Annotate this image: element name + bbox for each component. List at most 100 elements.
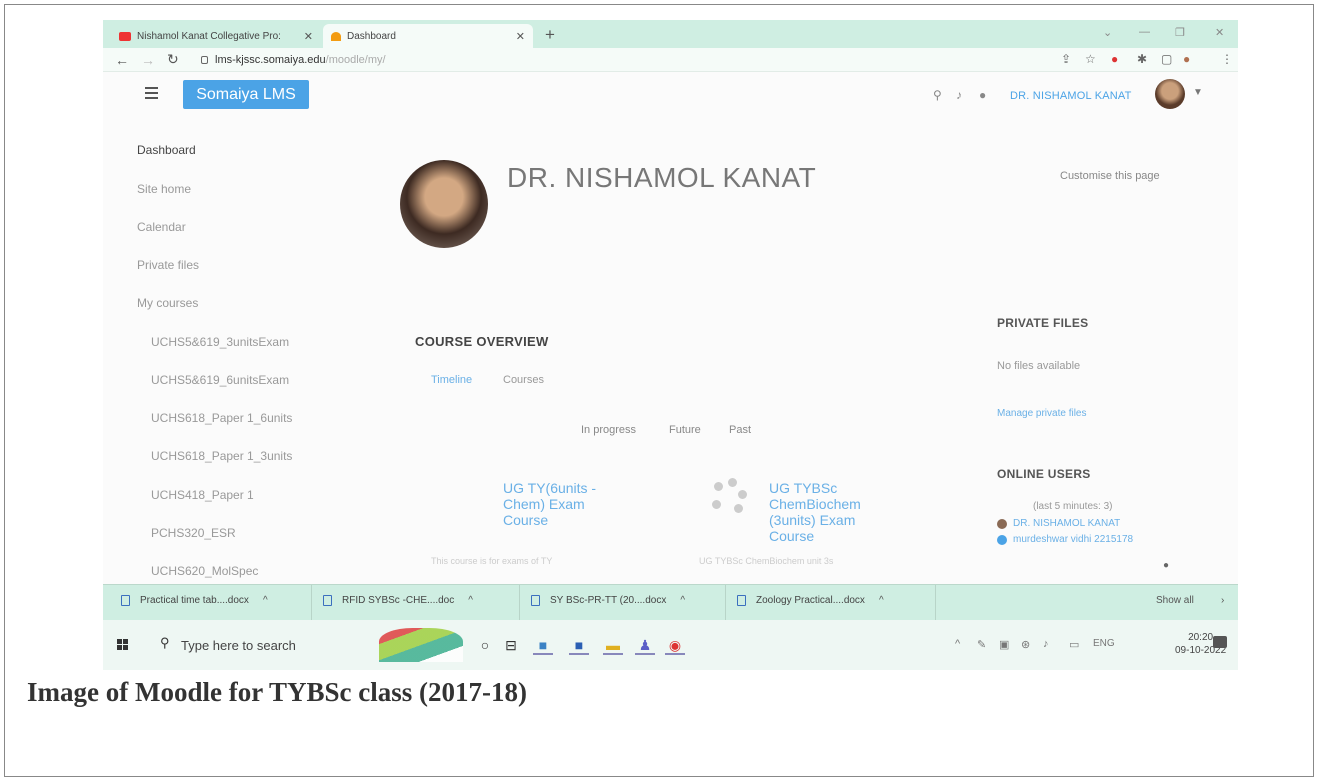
- store-icon[interactable]: ■: [533, 635, 553, 655]
- reload-icon[interactable]: ↻: [167, 51, 179, 68]
- caret-down-icon[interactable]: ▼: [1193, 87, 1203, 98]
- close-tab-icon[interactable]: ✕: [516, 30, 525, 43]
- teams-icon[interactable]: ♟: [635, 635, 655, 655]
- close-window-icon[interactable]: ✕: [1215, 26, 1224, 39]
- bell-icon[interactable]: ♪: [956, 88, 962, 102]
- chevron-up-icon[interactable]: ^: [955, 638, 960, 650]
- nav-item-my-courses[interactable]: My courses: [137, 296, 198, 310]
- network-icon[interactable]: ⊛: [1021, 638, 1030, 651]
- chat-icon[interactable]: ●: [979, 88, 986, 102]
- nav-item-course[interactable]: UCHS5&619_6unitsExam: [151, 373, 289, 387]
- hamburger-menu-icon[interactable]: [145, 87, 158, 102]
- user-avatar[interactable]: [1155, 79, 1185, 109]
- nav-item-dashboard[interactable]: Dashboard: [137, 143, 196, 157]
- course-title-line: Course: [503, 512, 549, 528]
- cortana-icon[interactable]: ○: [475, 635, 495, 655]
- file-explorer-icon[interactable]: ▬: [603, 635, 623, 655]
- user-menu-name[interactable]: DR. NISHAMOL KANAT: [1010, 90, 1132, 102]
- new-tab-icon[interactable]: +: [545, 25, 555, 45]
- download-item[interactable]: RFID SYBSc -CHE....doc ^: [323, 595, 473, 606]
- nav-item-course[interactable]: PCHS320_ESR: [151, 526, 236, 540]
- course-card-title[interactable]: UG TYBSc ChemBiochem (3units) Exam Cours…: [769, 480, 861, 544]
- share-icon[interactable]: ⇪: [1061, 52, 1071, 66]
- task-view-icon[interactable]: ⊟: [501, 635, 521, 655]
- profile-picture: [400, 160, 488, 248]
- nav-item-course[interactable]: UCHS620_MolSpec: [151, 564, 258, 578]
- notification-icon[interactable]: [1213, 636, 1227, 648]
- private-files-empty: No files available: [997, 360, 1081, 372]
- chevron-down-icon[interactable]: ⌄: [1103, 26, 1112, 39]
- nav-item-site-home[interactable]: Site home: [137, 182, 191, 196]
- tab-title: Dashboard: [347, 30, 396, 42]
- chevron-up-icon[interactable]: ^: [263, 595, 268, 606]
- search-icon[interactable]: ⚲: [160, 635, 170, 651]
- language-indicator[interactable]: ENG: [1093, 638, 1115, 649]
- nav-item-course[interactable]: UCHS618_Paper 1_6units: [151, 411, 292, 425]
- pen-icon[interactable]: ✎: [977, 638, 986, 651]
- customise-page-button[interactable]: Customise this page: [1060, 170, 1160, 182]
- browser-tab-1[interactable]: Nishamol Kanat Collegative Pro: ✕: [111, 24, 321, 48]
- course-title-line: Course: [769, 528, 815, 544]
- word-icon[interactable]: ■: [569, 635, 589, 655]
- download-item[interactable]: Zoology Practical....docx ^: [737, 595, 884, 606]
- message-icon[interactable]: ●: [1163, 560, 1169, 571]
- lock-icon: [201, 56, 208, 64]
- download-item[interactable]: Practical time tab....docx ^: [121, 595, 268, 606]
- puzzle-icon[interactable]: ✱: [1137, 52, 1147, 66]
- forward-icon[interactable]: →: [141, 52, 155, 68]
- extension-icon[interactable]: ●: [1111, 52, 1118, 66]
- site-brand-button[interactable]: Somaiya LMS: [183, 80, 309, 109]
- back-icon[interactable]: ←: [115, 52, 129, 68]
- online-user[interactable]: murdeshwar vidhi 2215178: [997, 534, 1133, 545]
- course-summary: This course is for exams of TY: [431, 556, 553, 566]
- nav-item-course[interactable]: UCHS5&619_3unitsExam: [151, 335, 289, 349]
- volume-icon[interactable]: ♪: [1043, 638, 1049, 650]
- moodle-header: Somaiya LMS ⚲ ♪ ● DR. NISHAMOL KANAT ▼: [103, 73, 1238, 121]
- bookmark-star-icon[interactable]: ☆: [1085, 52, 1096, 66]
- course-card-title[interactable]: UG TY(6units - Chem) Exam Course: [503, 480, 596, 528]
- restore-icon[interactable]: ❐: [1175, 26, 1185, 39]
- tab-timeline[interactable]: Timeline: [431, 374, 472, 386]
- filter-past[interactable]: Past: [729, 424, 751, 436]
- nav-item-course[interactable]: UCHS618_Paper 1_3units: [151, 449, 292, 463]
- profile-avatar-icon[interactable]: ●: [1183, 52, 1190, 66]
- windows-start-icon[interactable]: [117, 639, 128, 650]
- url-path: /moodle/my/: [325, 54, 386, 66]
- nav-item-private-files[interactable]: Private files: [137, 258, 199, 272]
- online-user-name: DR. NISHAMOL KANAT: [1013, 518, 1121, 529]
- nav-item-course[interactable]: UCHS418_Paper 1: [151, 488, 254, 502]
- left-navigation: Dashboard Site home Calendar Private fil…: [103, 121, 393, 578]
- document-icon: [121, 595, 130, 606]
- nav-item-calendar[interactable]: Calendar: [137, 220, 186, 234]
- browser-tab-2[interactable]: Dashboard ✕: [323, 24, 533, 48]
- kebab-menu-icon[interactable]: ⋮: [1221, 52, 1233, 66]
- download-item[interactable]: SY BSc-PR-TT (20....docx ^: [531, 595, 685, 606]
- chevron-up-icon[interactable]: ^: [468, 595, 473, 606]
- chevron-up-icon[interactable]: ^: [879, 595, 884, 606]
- filter-in-progress[interactable]: In progress: [581, 424, 636, 436]
- url-field[interactable]: lms-kjssc.somaiya.edu /moodle/my/: [201, 51, 1201, 69]
- download-name: RFID SYBSc -CHE....doc: [342, 595, 455, 606]
- tab-courses[interactable]: Courses: [503, 374, 544, 386]
- display-icon[interactable]: ▣: [999, 638, 1009, 651]
- battery-icon[interactable]: ▭: [1069, 638, 1079, 651]
- manage-private-files-link[interactable]: Manage private files: [997, 408, 1087, 419]
- online-user[interactable]: DR. NISHAMOL KANAT: [997, 518, 1120, 529]
- close-tab-icon[interactable]: ✕: [304, 30, 313, 43]
- user-avatar: [997, 518, 1007, 529]
- search-icon[interactable]: ⚲: [933, 88, 942, 102]
- minimize-icon[interactable]: —: [1139, 26, 1150, 38]
- sidebar-icon[interactable]: ▢: [1161, 52, 1172, 66]
- chevron-up-icon[interactable]: ^: [680, 595, 685, 606]
- show-all-downloads-button[interactable]: Show all: [1156, 595, 1194, 606]
- taskbar-search-input[interactable]: Type here to search: [181, 638, 296, 653]
- chrome-icon[interactable]: ◉: [665, 635, 685, 655]
- chevron-right-icon[interactable]: ›: [1221, 595, 1224, 606]
- user-avatar: [997, 534, 1007, 545]
- course-title-line: Chem) Exam: [503, 496, 585, 512]
- figure-caption: Image of Moodle for TYBSc class (2017-18…: [27, 677, 527, 707]
- filter-future[interactable]: Future: [669, 424, 701, 436]
- course-title-line: ChemBiochem: [769, 496, 861, 512]
- download-name: Practical time tab....docx: [140, 595, 249, 606]
- document-icon: [531, 595, 540, 606]
